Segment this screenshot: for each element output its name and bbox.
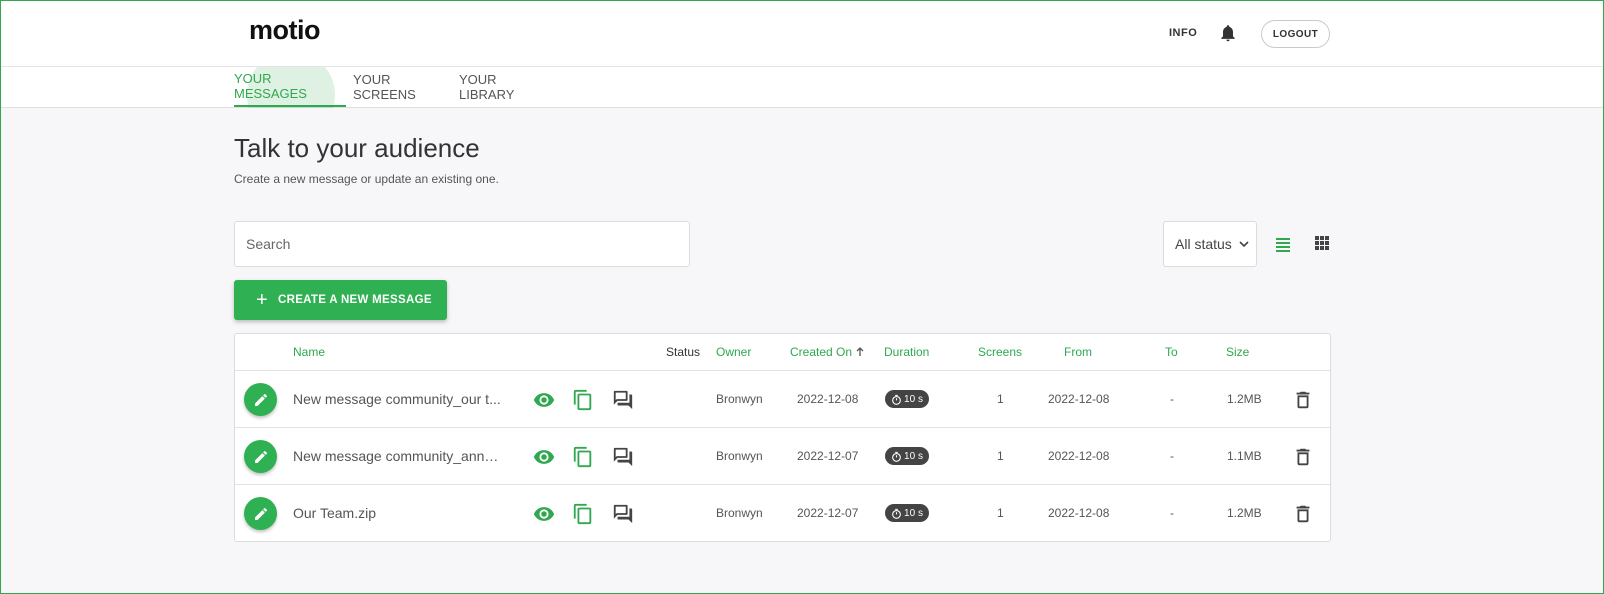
eye-icon[interactable]	[533, 389, 555, 411]
tab-ripple-clip	[1, 67, 1603, 108]
info-link[interactable]: INFO	[1169, 27, 1197, 39]
table-header: Name Status Owner Created On Duration Sc…	[235, 334, 1330, 371]
trash-icon[interactable]	[1292, 389, 1314, 411]
pencil-icon	[254, 507, 267, 520]
message-name[interactable]: New message community_anno...	[293, 448, 503, 464]
to-cell: -	[1170, 392, 1174, 406]
screens-cell: 1	[997, 392, 1004, 406]
col-screens[interactable]: Screens	[978, 345, 1022, 359]
col-name[interactable]: Name	[293, 345, 325, 359]
grid-view-icon[interactable]	[1314, 235, 1330, 251]
col-from[interactable]: From	[1064, 345, 1092, 359]
from-cell: 2022-12-08	[1048, 449, 1110, 463]
created-on-cell: 2022-12-07	[797, 449, 859, 463]
bell-icon[interactable]	[1218, 23, 1238, 43]
col-created-on-label: Created On	[790, 345, 853, 359]
copy-icon[interactable]	[572, 503, 594, 525]
size-cell: 1.2MB	[1227, 392, 1262, 406]
col-created-on[interactable]: Created On	[790, 345, 865, 359]
create-message-label: CREATE A NEW MESSAGE	[277, 294, 432, 306]
copy-icon[interactable]	[572, 389, 594, 411]
created-on-cell: 2022-12-07	[797, 506, 859, 520]
logout-button[interactable]: LOGOUT	[1261, 20, 1330, 48]
col-duration[interactable]: Duration	[884, 345, 929, 359]
timer-icon	[892, 394, 901, 405]
table-row[interactable]: Our Team.zip Bronwyn 2022-12-07 10 s 1 2…	[235, 485, 1330, 542]
tab-ripple	[247, 67, 335, 108]
owner-cell: Bronwyn	[716, 392, 763, 406]
size-cell: 1.2MB	[1227, 506, 1262, 520]
search-input[interactable]	[234, 221, 690, 267]
eye-icon[interactable]	[533, 503, 555, 525]
created-on-cell: 2022-12-08	[797, 392, 859, 406]
comments-icon[interactable]	[612, 446, 634, 468]
duration-badge: 10 s	[885, 390, 929, 408]
from-cell: 2022-12-08	[1048, 392, 1110, 406]
duration-badge: 10 s	[885, 447, 929, 465]
pencil-icon	[254, 393, 267, 406]
comments-icon[interactable]	[612, 503, 634, 525]
table-row[interactable]: New message community_our t... Bronwyn 2…	[235, 371, 1330, 428]
trash-icon[interactable]	[1292, 503, 1314, 525]
timer-icon	[892, 451, 901, 462]
col-size[interactable]: Size	[1226, 345, 1249, 359]
page-subtitle: Create a new message or update an existi…	[234, 172, 499, 186]
duration-value: 10 s	[904, 393, 923, 405]
timer-icon	[892, 508, 901, 519]
top-header: motio INFO LOGOUT	[1, 1, 1603, 67]
message-name[interactable]: Our Team.zip	[293, 505, 503, 521]
copy-icon[interactable]	[572, 446, 594, 468]
status-filter-select[interactable]: All status	[1163, 221, 1257, 267]
screens-cell: 1	[997, 449, 1004, 463]
duration-badge: 10 s	[885, 504, 929, 522]
edit-button[interactable]	[244, 497, 277, 530]
col-status: Status	[666, 345, 701, 359]
messages-table: Name Status Owner Created On Duration Sc…	[234, 333, 1331, 542]
motio-logo[interactable]: motio	[249, 15, 321, 46]
col-owner[interactable]: Owner	[716, 345, 751, 359]
plus-icon: +	[256, 289, 268, 311]
table-row[interactable]: New message community_anno... Bronwyn 20…	[235, 428, 1330, 485]
screens-cell: 1	[997, 506, 1004, 520]
edit-button[interactable]	[244, 383, 277, 416]
create-message-button[interactable]: + CREATE A NEW MESSAGE	[234, 280, 447, 320]
col-to[interactable]: To	[1165, 345, 1178, 359]
comments-icon[interactable]	[612, 389, 634, 411]
owner-cell: Bronwyn	[716, 449, 763, 463]
status-filter-label: All status	[1175, 236, 1232, 252]
message-name[interactable]: New message community_our t...	[293, 391, 503, 407]
duration-value: 10 s	[904, 507, 923, 519]
from-cell: 2022-12-08	[1048, 506, 1110, 520]
sort-arrow-up-icon	[856, 347, 864, 356]
size-cell: 1.1MB	[1227, 449, 1262, 463]
chevron-down-icon	[1239, 241, 1249, 248]
edit-button[interactable]	[244, 440, 277, 473]
to-cell: -	[1170, 449, 1174, 463]
owner-cell: Bronwyn	[716, 506, 763, 520]
page-title: Talk to your audience	[234, 133, 480, 163]
to-cell: -	[1170, 506, 1174, 520]
trash-icon[interactable]	[1292, 446, 1314, 468]
list-view-icon[interactable]	[1274, 235, 1292, 253]
pencil-icon	[254, 450, 267, 463]
eye-icon[interactable]	[533, 446, 555, 468]
app-frame: motio INFO LOGOUT YOUR MESSAGES YOUR SCR…	[0, 0, 1604, 594]
duration-value: 10 s	[904, 450, 923, 462]
